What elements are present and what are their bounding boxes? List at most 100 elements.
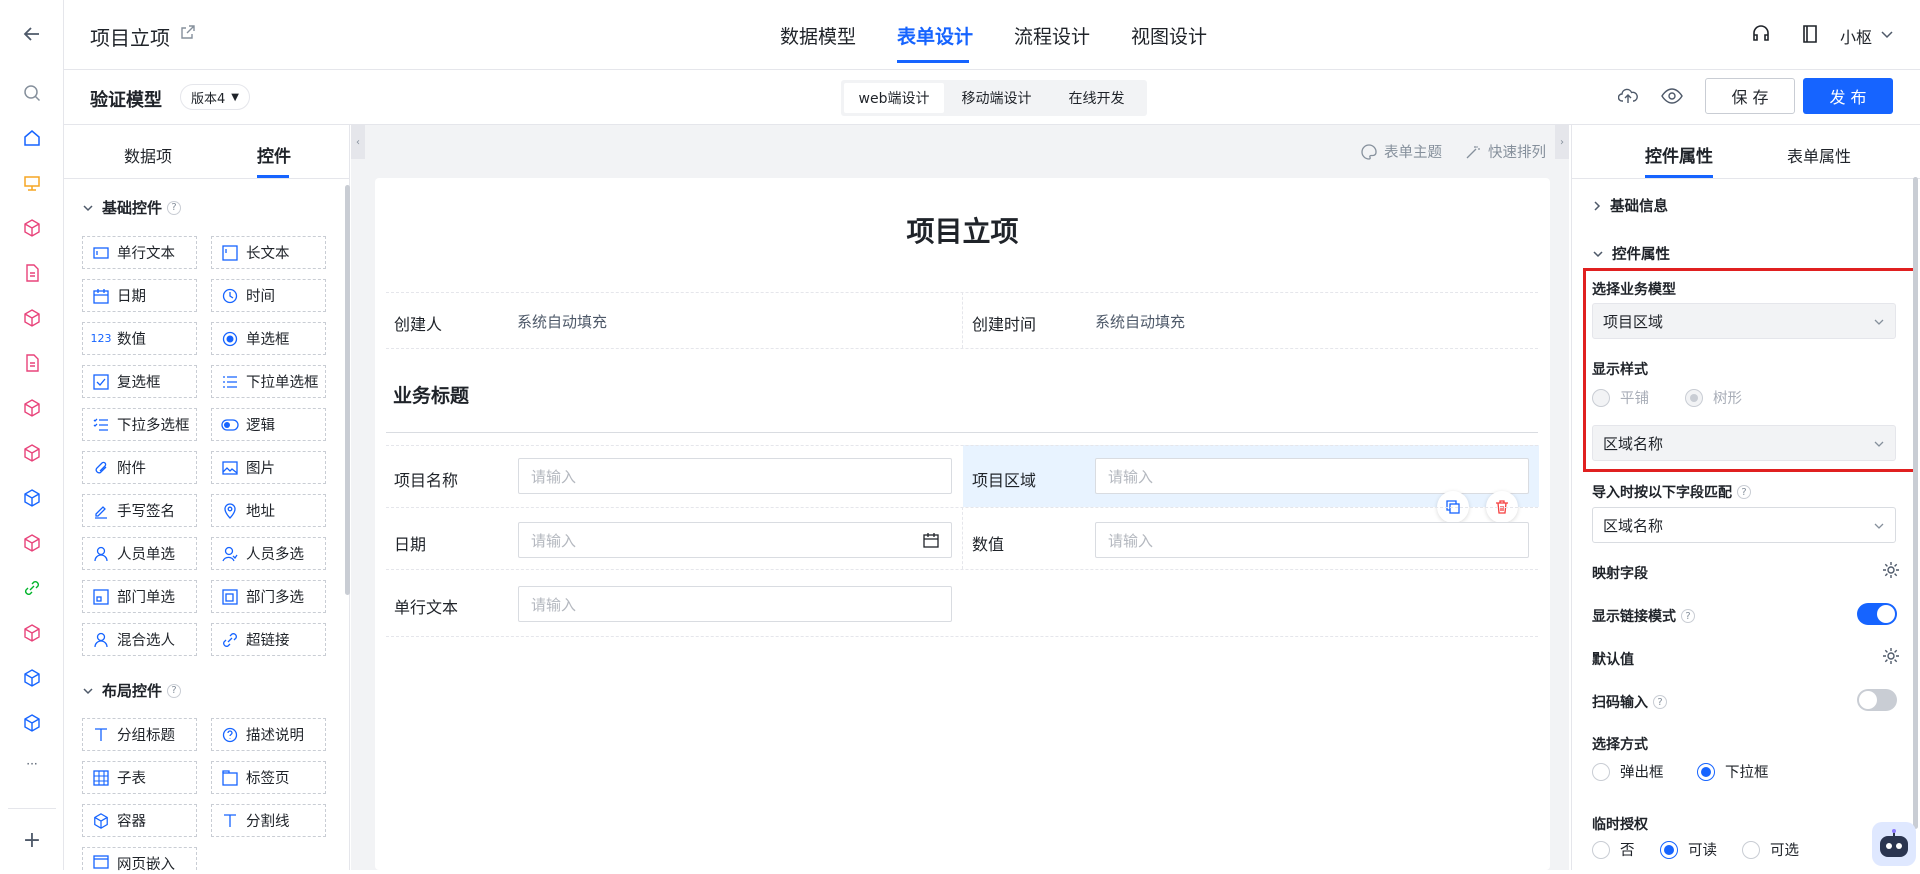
cube-icon[interactable] xyxy=(20,621,44,645)
control-dept-multi[interactable]: 部门多选 xyxy=(211,580,326,613)
back-arrow-icon[interactable] xyxy=(20,22,44,46)
help-icon[interactable]: ? xyxy=(167,200,182,215)
temp-auth-select[interactable]: 可选 xyxy=(1742,839,1799,860)
control-image[interactable]: 图片 xyxy=(211,451,326,484)
control-container[interactable]: 容器 xyxy=(82,804,197,837)
form-theme-button[interactable]: 表单主题 xyxy=(1361,141,1442,162)
control-signature[interactable]: 手写签名 xyxy=(82,494,197,527)
temp-auth-read[interactable]: 可读 xyxy=(1660,839,1717,860)
headset-icon[interactable] xyxy=(1751,24,1771,48)
chevron-down-icon[interactable] xyxy=(1880,26,1894,45)
control-mixed-select[interactable]: 混合选人 xyxy=(82,623,197,656)
tab-view-design[interactable]: 视图设计 xyxy=(1131,22,1207,49)
control-props-section[interactable]: 控件属性 xyxy=(1592,243,1670,264)
control-hyperlink[interactable]: 超链接 xyxy=(211,623,326,656)
control-long-text[interactable]: 长文本 xyxy=(211,236,326,269)
right-scrollbar[interactable] xyxy=(1913,177,1918,829)
control-number[interactable]: 123 数值 xyxy=(82,322,197,355)
assistant-robot-icon[interactable] xyxy=(1872,822,1916,866)
control-address[interactable]: 地址 xyxy=(211,494,326,527)
tab-data-items[interactable]: 数据项 xyxy=(124,143,172,167)
version-select[interactable]: 版本4 ▼ xyxy=(180,84,250,110)
help-icon[interactable]: ? xyxy=(1681,609,1695,623)
help-icon[interactable]: ? xyxy=(167,683,182,698)
project-region-input[interactable]: 请输入 xyxy=(1095,458,1529,494)
control-checkbox[interactable]: 复选框 xyxy=(82,365,197,398)
tab-data-model[interactable]: 数据模型 xyxy=(780,22,856,49)
tab-form-design[interactable]: 表单设计 xyxy=(897,22,973,49)
control-radio[interactable]: 单选框 xyxy=(211,322,326,355)
search-icon[interactable] xyxy=(20,81,44,105)
tab-flow-design[interactable]: 流程设计 xyxy=(1014,22,1090,49)
left-scrollbar[interactable] xyxy=(345,185,350,595)
control-description[interactable]: 描述说明 xyxy=(211,718,326,751)
book-icon[interactable] xyxy=(1801,24,1819,48)
control-user-multi[interactable]: 人员多选 xyxy=(211,537,326,570)
control-divider[interactable]: 分割线 xyxy=(211,804,326,837)
collapse-left-handle[interactable]: ‹ xyxy=(351,125,365,159)
quick-arrange-button[interactable]: 快速排列 xyxy=(1465,141,1546,162)
import-match-dropdown[interactable]: 区域名称 xyxy=(1592,507,1896,543)
external-link-icon[interactable] xyxy=(180,24,196,44)
add-icon[interactable]: + xyxy=(20,828,44,853)
tab-controls[interactable]: 控件 xyxy=(257,142,291,167)
cloud-upload-icon[interactable] xyxy=(1617,87,1638,109)
link-mode-toggle[interactable] xyxy=(1857,603,1897,625)
cube-icon[interactable] xyxy=(20,216,44,240)
preview-eye-icon[interactable] xyxy=(1661,88,1683,108)
document-icon[interactable] xyxy=(20,261,44,285)
select-mode-dropdown[interactable]: 下拉框 xyxy=(1697,761,1769,782)
cube-icon[interactable] xyxy=(20,486,44,510)
help-icon[interactable]: ? xyxy=(1737,485,1751,499)
default-gear-icon[interactable] xyxy=(1882,647,1900,669)
temp-auth-no[interactable]: 否 xyxy=(1592,839,1635,860)
display-field-dropdown[interactable]: 区域名称 xyxy=(1592,425,1896,461)
mode-web[interactable]: web端设计 xyxy=(844,83,944,113)
single-text-input[interactable]: 请输入 xyxy=(518,586,952,622)
control-dropdown-single[interactable]: 下拉单选框 xyxy=(211,365,326,398)
mapping-gear-icon[interactable] xyxy=(1882,561,1900,583)
control-single-text[interactable]: 单行文本 xyxy=(82,236,197,269)
publish-button[interactable]: 发 布 xyxy=(1803,78,1893,114)
help-icon[interactable]: ? xyxy=(1653,695,1667,709)
control-dept-single[interactable]: 部门单选 xyxy=(82,580,197,613)
control-logic[interactable]: 逻辑 xyxy=(211,408,326,441)
control-web-embed[interactable]: 网页嵌入 xyxy=(82,847,197,873)
calendar-icon[interactable] xyxy=(923,532,939,548)
cube-icon[interactable] xyxy=(20,666,44,690)
control-user-single[interactable]: 人员单选 xyxy=(82,537,197,570)
mode-mobile[interactable]: 移动端设计 xyxy=(944,83,1049,113)
select-mode-popup[interactable]: 弹出框 xyxy=(1592,761,1664,782)
control-dropdown-multi[interactable]: 下拉多选框 xyxy=(82,408,197,441)
control-date[interactable]: 日期 xyxy=(82,279,197,312)
date-input[interactable]: 请输入 xyxy=(518,522,952,558)
home-icon[interactable] xyxy=(20,126,44,150)
basic-info-section[interactable]: 基础信息 xyxy=(1592,195,1668,216)
cube-icon[interactable] xyxy=(20,306,44,330)
number-input[interactable]: 请输入 xyxy=(1095,522,1529,558)
presentation-icon[interactable] xyxy=(20,171,44,195)
mode-online-dev[interactable]: 在线开发 xyxy=(1049,83,1144,113)
control-tabs[interactable]: 标签页 xyxy=(211,761,326,794)
control-group-title[interactable]: 分组标题 xyxy=(82,718,197,751)
control-time[interactable]: 时间 xyxy=(211,279,326,312)
layout-controls-header[interactable]: 布局控件 ? xyxy=(82,680,182,701)
scan-input-toggle[interactable] xyxy=(1857,689,1897,711)
link-icon[interactable] xyxy=(20,576,44,600)
style-option-flat[interactable]: 平铺 xyxy=(1592,387,1649,408)
select-model-dropdown[interactable]: 项目区域 xyxy=(1592,303,1896,339)
project-name-input[interactable]: 请输入 xyxy=(518,458,952,494)
user-name[interactable]: 小枢 xyxy=(1840,24,1872,48)
cube-icon[interactable] xyxy=(20,531,44,555)
cube-icon[interactable] xyxy=(20,441,44,465)
tab-form-props[interactable]: 表单属性 xyxy=(1787,143,1851,167)
basic-controls-header[interactable]: 基础控件 ? xyxy=(82,197,182,218)
more-icon[interactable]: ··· xyxy=(20,752,44,776)
style-option-tree[interactable]: 树形 xyxy=(1685,387,1742,408)
section-title[interactable]: 业务标题 xyxy=(393,381,469,408)
save-button[interactable]: 保 存 xyxy=(1705,78,1795,114)
cube-icon[interactable] xyxy=(20,711,44,735)
collapse-right-handle[interactable]: › xyxy=(1555,125,1569,159)
control-subtable[interactable]: 子表 xyxy=(82,761,197,794)
control-attachment[interactable]: 附件 xyxy=(82,451,197,484)
